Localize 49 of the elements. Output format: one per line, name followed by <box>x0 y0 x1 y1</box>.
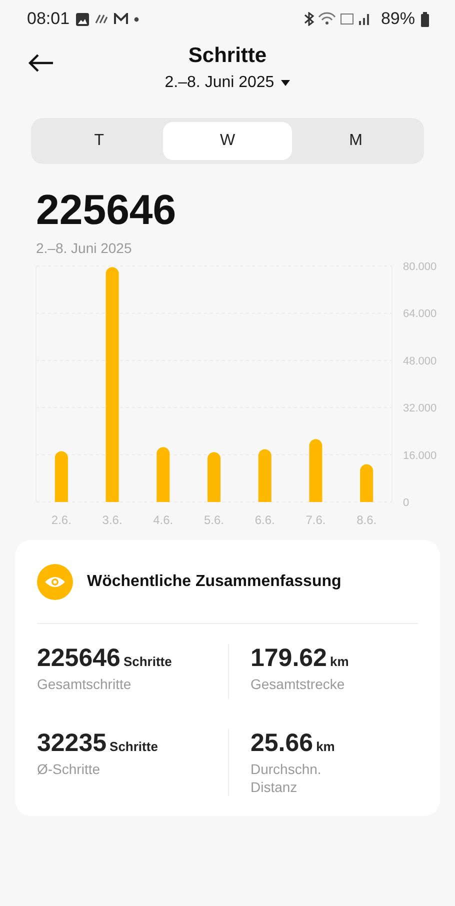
stat-label: Gesamtschritte <box>37 675 132 693</box>
axis-label: 3.6. <box>102 513 122 526</box>
axis-label: 8.6. <box>356 513 377 526</box>
dropdown-caret-icon[interactable] <box>281 80 290 86</box>
bar <box>360 464 374 502</box>
period-tab[interactable]: W <box>163 122 292 160</box>
stat-value: 225646 <box>37 644 120 673</box>
stat-label: Durchschn. Distanz <box>250 760 322 796</box>
axis-label: 6.6. <box>254 513 275 526</box>
axis-label: 80.000 <box>403 261 437 273</box>
bar <box>208 452 220 502</box>
image-icon <box>76 12 89 26</box>
mail-icon <box>114 13 128 25</box>
axis-label: 32.000 <box>403 402 437 415</box>
bar <box>258 449 272 502</box>
stat-unit: km <box>330 654 349 669</box>
bar <box>156 447 170 502</box>
stat-unit: Schritte <box>110 739 158 754</box>
stat-label: Ø-Schritte <box>37 760 102 778</box>
summary-title: Wöchentliche Zusammenfassung <box>87 573 342 591</box>
stripes-icon <box>94 14 108 24</box>
bar <box>309 439 322 502</box>
stat-unit: Schritte <box>123 654 172 669</box>
eye-icon <box>37 564 73 600</box>
axis-label: 48.000 <box>403 355 437 368</box>
axis-label: 2.6. <box>51 513 72 526</box>
stat-value: 25.66 <box>250 729 314 758</box>
axis-label: 16.000 <box>403 450 437 462</box>
axis-label: 7.6. <box>306 513 326 526</box>
page-title: Schritte <box>188 44 267 68</box>
bar <box>54 451 68 502</box>
back-icon[interactable] <box>28 54 54 72</box>
stat-label: Gesamtstrecke <box>250 675 346 693</box>
stat-value: 179.62 <box>250 644 327 673</box>
period-tab[interactable]: T <box>35 122 164 160</box>
stat-value: 32235 <box>37 729 107 758</box>
axis-label: 4.6. <box>153 513 174 526</box>
dot-icon <box>134 16 139 22</box>
battery-percent: 89% <box>380 9 415 29</box>
status-time: 08:01 <box>27 9 70 29</box>
date-range[interactable]: 2.–8. Juni 2025 <box>164 74 274 92</box>
period-tab[interactable]: M <box>292 122 420 160</box>
axis-label: 5.6. <box>204 513 224 526</box>
stat-unit: km <box>316 739 335 754</box>
battery-icon <box>421 12 429 26</box>
axis-label: 64.000 <box>403 308 437 320</box>
total-range: 2.–8. Juni 2025 <box>36 240 133 256</box>
total-steps: 225646 <box>36 186 455 234</box>
axis-label: 0 <box>403 497 410 509</box>
